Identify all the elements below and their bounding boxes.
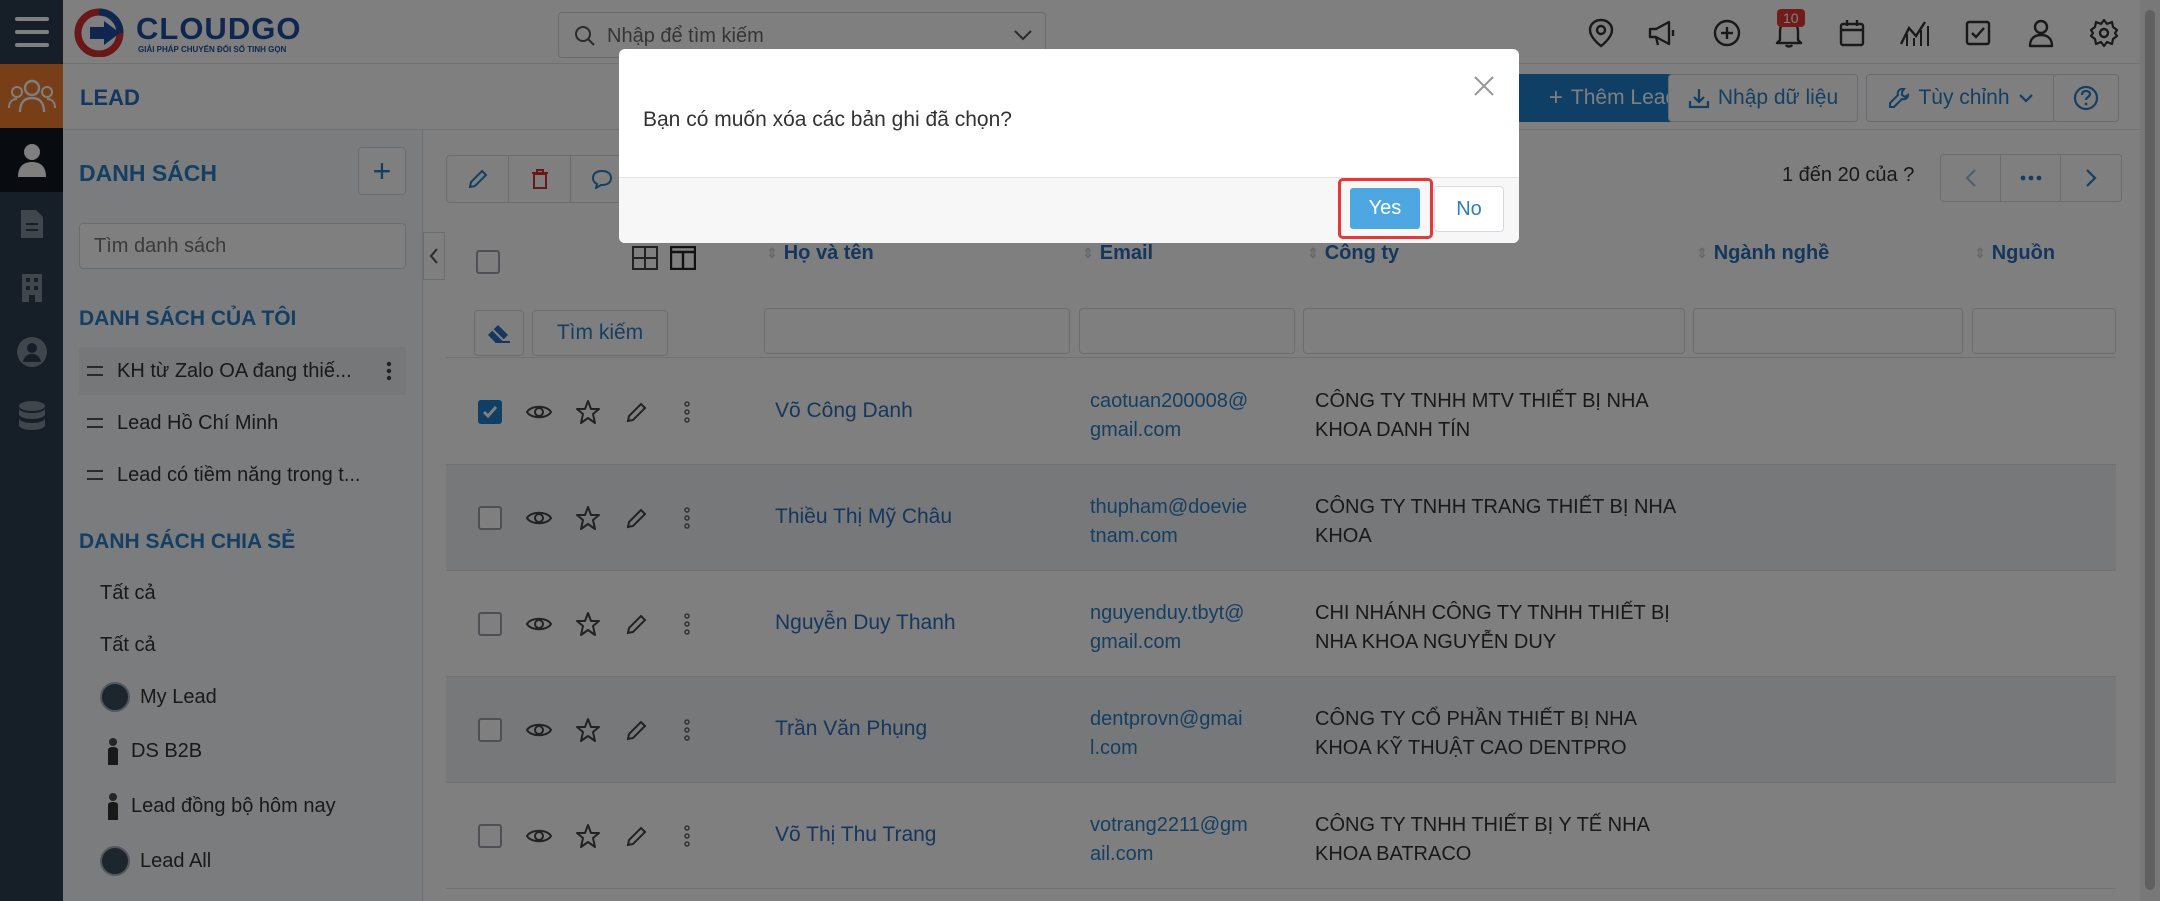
yes-button[interactable]: Yes <box>1350 188 1420 229</box>
confirm-delete-dialog: Bạn có muốn xóa các bản ghi đã chọn? Yes… <box>619 49 1519 243</box>
dialog-message: Bạn có muốn xóa các bản ghi đã chọn? <box>643 108 1012 131</box>
no-button[interactable]: No <box>1434 186 1504 232</box>
dialog-footer: Yes No <box>619 177 1519 243</box>
close-icon[interactable] <box>1469 71 1499 101</box>
modal-backdrop[interactable]: Bạn có muốn xóa các bản ghi đã chọn? Yes… <box>0 0 2160 901</box>
